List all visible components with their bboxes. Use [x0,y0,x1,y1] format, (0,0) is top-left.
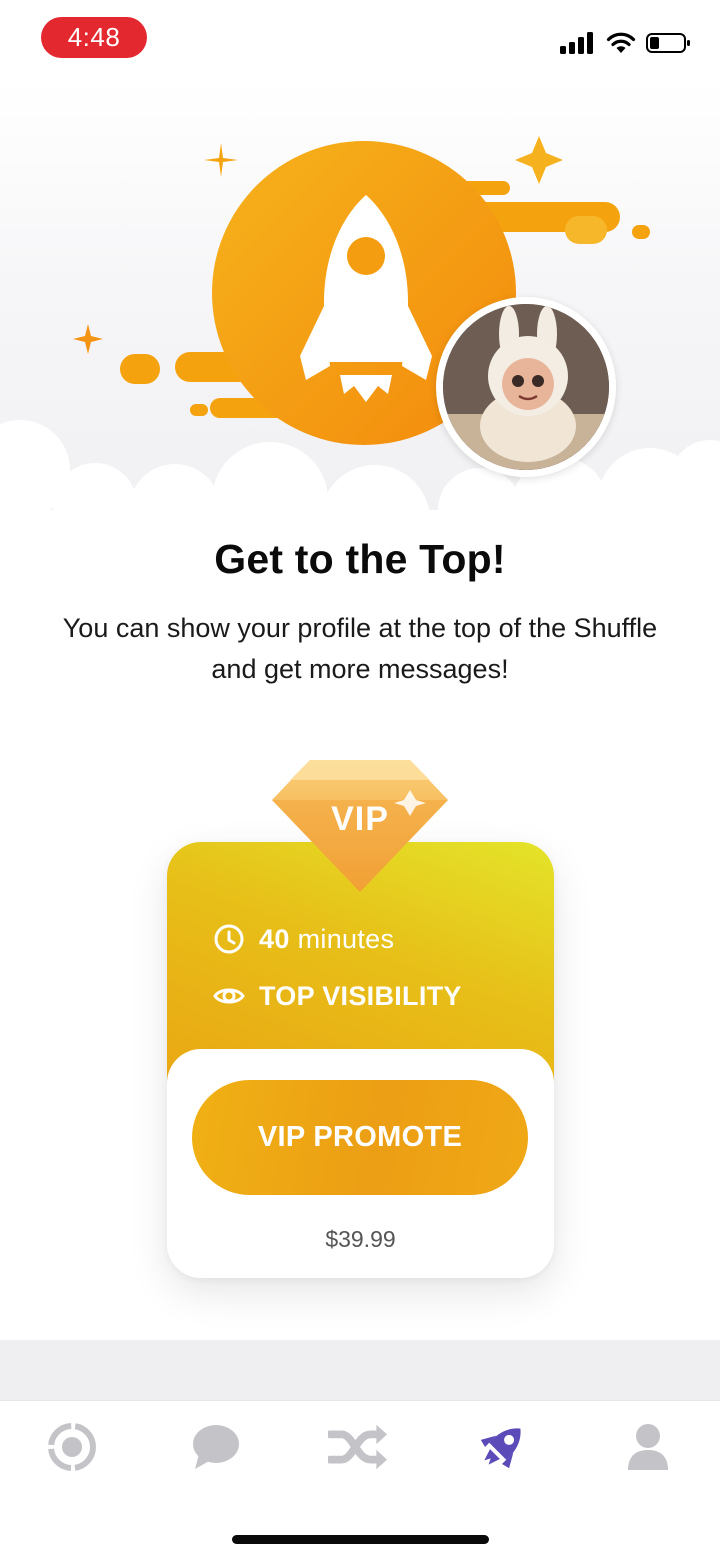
vip-promote-button[interactable]: VIP PROMOTE [192,1080,528,1195]
duration-feature: 40 minutes [213,922,394,956]
discover-icon [48,1423,96,1471]
page-subtitle: You can show your profile at the top of … [62,613,658,684]
tab-chats[interactable] [186,1419,246,1475]
duration-unit: minutes [297,923,395,954]
status-icons [560,28,692,58]
home-indicator[interactable] [232,1535,489,1544]
price-label: $39.99 [325,1226,396,1252]
wifi-icon [606,32,636,53]
tab-discover[interactable] [42,1419,102,1475]
user-avatar [436,297,616,477]
status-bar: 4:48 [0,0,720,80]
tab-profile[interactable] [618,1419,678,1475]
status-time: 4:48 [41,17,147,58]
rocket-window [347,237,385,275]
content-bottom-band [0,1340,720,1400]
eye-icon [213,988,245,1004]
hero-illustration [0,80,720,540]
clock-icon [214,924,244,954]
vip-diamond-badge: VIP [270,756,450,896]
vip-offer-card: 40 minutes TOP VISIBILITY VIP PROMOTE $39… [167,842,554,1278]
hero-graphic [0,136,720,540]
profile-icon [628,1424,668,1470]
rocket-icon [480,1428,521,1469]
tab-shuffle[interactable] [328,1419,388,1475]
vip-badge-label: VIP [331,800,389,838]
duration-value: 40 [259,923,290,954]
visibility-label: TOP VISIBILITY [259,980,462,1011]
shuffle-icon [328,1424,388,1470]
visibility-feature: TOP VISIBILITY [213,979,462,1013]
tab-promote[interactable] [472,1419,532,1475]
avatar-image [443,304,609,470]
page-title: Get to the Top! [214,536,506,582]
battery-icon [646,33,690,53]
signal-icon [560,32,593,54]
chat-icon [193,1425,239,1469]
